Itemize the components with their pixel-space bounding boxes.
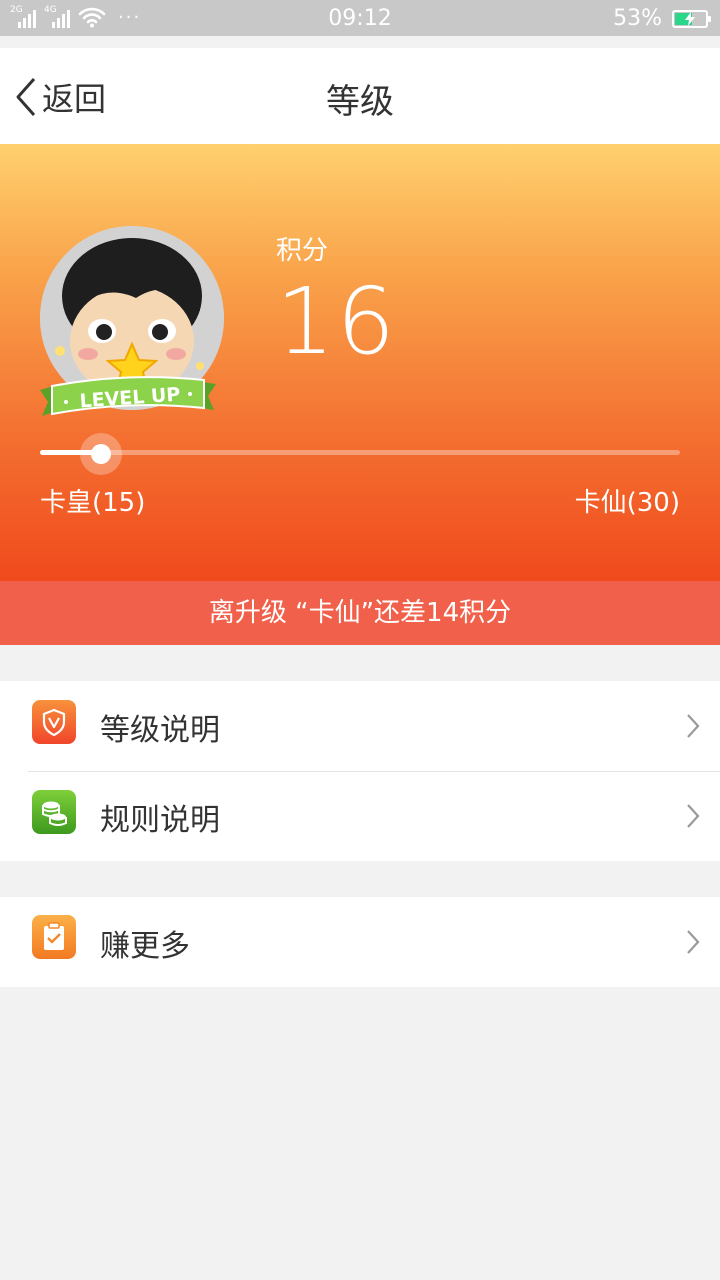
menu-item-rules[interactable]: 规则说明 — [0, 771, 720, 861]
menu-item-label: 规则说明 — [100, 803, 220, 838]
next-level-label: 卡仙(30) — [574, 488, 680, 518]
menu-group: 赚更多 — [0, 897, 720, 987]
upgrade-notice: 离升级 “卡仙”还差14积分 — [0, 581, 720, 645]
menu-item-label: 赚更多 — [100, 929, 190, 964]
level-header: LEVEL UP 积分 16 卡皇(15) 卡仙(30) — [0, 144, 720, 581]
nav-bar: 返回 等级 — [0, 48, 720, 144]
menu-item-earn-more[interactable]: 赚更多 — [0, 897, 720, 987]
current-level-label: 卡皇(15) — [40, 488, 146, 518]
progress-marker — [91, 444, 111, 464]
points-value: 16 — [276, 268, 398, 375]
battery-icon — [672, 9, 711, 28]
points-label: 积分 — [276, 236, 329, 266]
status-bar: 2G 4G ··· 09:12 53% — [0, 0, 720, 36]
shield-v-icon — [32, 700, 76, 744]
status-time: 09:12 — [328, 6, 392, 31]
chevron-right-icon — [687, 804, 700, 828]
clipboard-check-icon — [32, 915, 76, 959]
menu-item-level-info[interactable]: 等级说明 — [0, 681, 720, 771]
menu-group: 等级说明 规则说明 — [0, 681, 720, 861]
menu-item-label: 等级说明 — [100, 713, 220, 748]
battery-percent: 53% — [613, 6, 662, 31]
chevron-right-icon — [687, 714, 700, 738]
level-progress-track — [40, 450, 680, 455]
page-title: 等级 — [326, 82, 394, 122]
coins-icon — [32, 790, 76, 834]
level-up-badge: LEVEL UP — [40, 376, 216, 416]
chevron-right-icon — [687, 930, 700, 954]
